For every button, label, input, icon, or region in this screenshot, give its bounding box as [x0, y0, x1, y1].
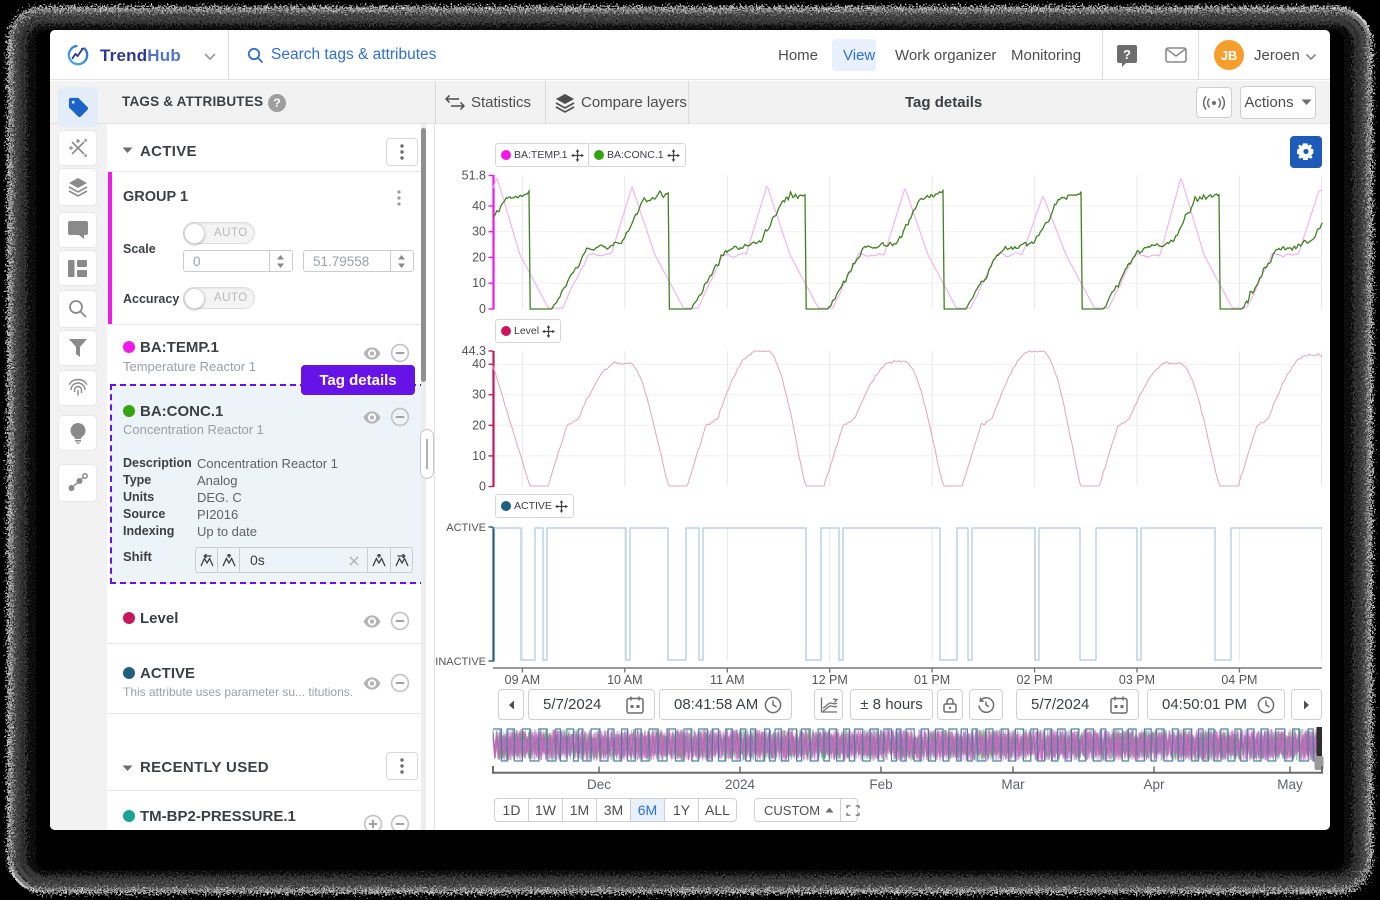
svg-text:09 AM: 09 AM: [505, 673, 540, 687]
svg-text:2024: 2024: [725, 777, 756, 792]
svg-text:ACTIVE: ACTIVE: [446, 522, 486, 534]
svg-text:11 AM: 11 AM: [710, 673, 745, 687]
svg-text:40: 40: [472, 199, 486, 213]
svg-text:12 PM: 12 PM: [812, 673, 848, 687]
svg-text:Apr: Apr: [1143, 777, 1165, 792]
svg-text:02 PM: 02 PM: [1017, 673, 1053, 687]
svg-text:INACTIVE: INACTIVE: [435, 656, 486, 668]
svg-text:10 AM: 10 AM: [607, 673, 642, 687]
svg-text:10: 10: [472, 449, 486, 463]
svg-text:Mar: Mar: [1001, 777, 1025, 792]
svg-text:04 PM: 04 PM: [1221, 673, 1257, 687]
svg-text:0: 0: [479, 302, 486, 316]
svg-text:51.8: 51.8: [462, 169, 486, 183]
svg-text:20: 20: [472, 418, 486, 432]
svg-text:0: 0: [479, 480, 486, 494]
svg-text:10: 10: [472, 276, 486, 290]
svg-text:?: ?: [1123, 47, 1131, 62]
svg-text:Feb: Feb: [869, 777, 892, 792]
svg-text:03 PM: 03 PM: [1119, 673, 1155, 687]
svg-text:30: 30: [472, 225, 486, 239]
svg-text:44.3: 44.3: [462, 344, 486, 358]
svg-text:01 PM: 01 PM: [914, 673, 950, 687]
svg-text:40: 40: [472, 357, 486, 371]
svg-text:20: 20: [472, 250, 486, 264]
svg-text:May: May: [1277, 777, 1303, 792]
svg-text:Dec: Dec: [587, 777, 611, 792]
svg-text:30: 30: [472, 388, 486, 402]
